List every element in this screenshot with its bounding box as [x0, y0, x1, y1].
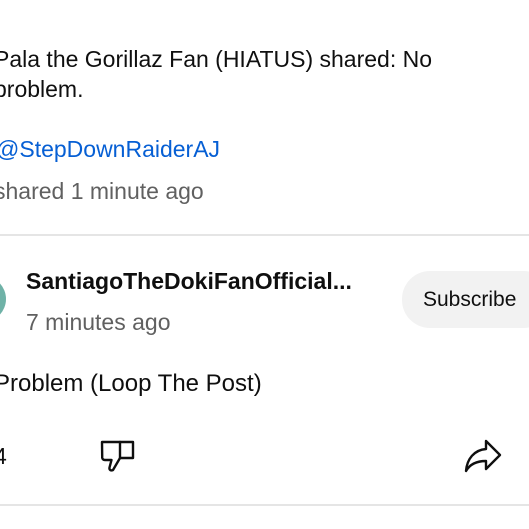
- avatar[interactable]: [0, 276, 6, 322]
- divider: [0, 504, 529, 506]
- community-post-feed: Pala the Gorillaz Fan (HIATUS) shared: N…: [0, 0, 529, 529]
- shared-timestamp: shared 1 minute ago: [0, 178, 204, 204]
- post-timestamp: 7 minutes ago: [26, 309, 171, 335]
- thumbs-down-icon: [100, 440, 135, 472]
- divider: [0, 234, 529, 236]
- share-arrow-icon: [464, 439, 502, 473]
- post-text: Problem (Loop The Post): [0, 370, 262, 397]
- subscribe-button[interactable]: Subscribe: [402, 271, 529, 328]
- share-button[interactable]: [463, 436, 503, 476]
- mention-link[interactable]: @StepDownRaiderAJ: [0, 134, 220, 164]
- channel-name[interactable]: SantiagoTheDokiFanOfficial...: [26, 266, 378, 296]
- shared-post-text: Pala the Gorillaz Fan (HIATUS) shared: N…: [0, 46, 433, 102]
- like-count: 4: [0, 443, 7, 469]
- dislike-button[interactable]: [98, 436, 138, 476]
